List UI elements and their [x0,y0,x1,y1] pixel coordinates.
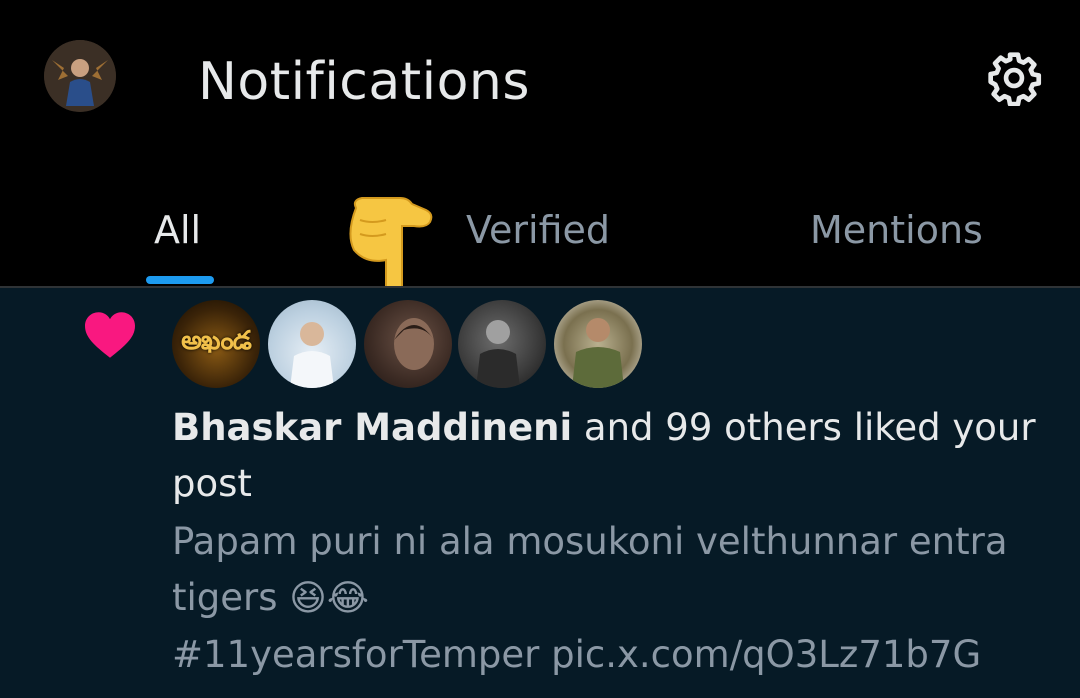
post-emojis: 😆😂 [289,578,369,619]
top-app-bar: Notifications [0,0,1080,160]
page-title: Notifications [198,52,530,112]
profile-photo [44,40,116,112]
avatar[interactable] [268,300,356,388]
tab-mentions[interactable]: Mentions [810,200,983,260]
notification-headline: Bhaskar Maddineni and 99 others liked yo… [172,400,1042,512]
avatar[interactable] [554,300,642,388]
heart-icon [85,312,135,358]
avatar[interactable] [458,300,546,388]
post-media-link[interactable]: pic.x.com/qO3Lz71b7G [551,633,981,676]
avatar-photo [394,318,434,370]
notifications-screen: Notifications All Verified Mentions అఖండ [0,0,1080,698]
avatar-logo-text: అఖండ [181,326,252,356]
actor-name[interactable]: Bhaskar Maddineni [172,406,572,449]
gear-icon [988,52,1042,106]
avatar-photo [572,318,624,388]
post-hashtag[interactable]: #11yearsforTemper [172,633,539,676]
active-tab-indicator [146,276,214,284]
avatar[interactable] [364,300,452,388]
tab-all[interactable]: All [154,200,201,260]
tab-verified[interactable]: Verified [466,200,610,260]
avatar-photo [290,322,334,388]
avatar-photo [476,320,520,388]
settings-button[interactable] [982,46,1046,110]
tab-bar: All Verified Mentions [0,160,1080,286]
profile-avatar[interactable] [44,40,116,112]
avatar[interactable]: అఖండ [172,300,260,388]
post-preview[interactable]: Papam puri ni ala mosukoni velthunnar en… [172,514,1042,683]
notification-item[interactable]: అఖండ Bhaskar Maddineni and 99 others lik… [0,288,1080,698]
